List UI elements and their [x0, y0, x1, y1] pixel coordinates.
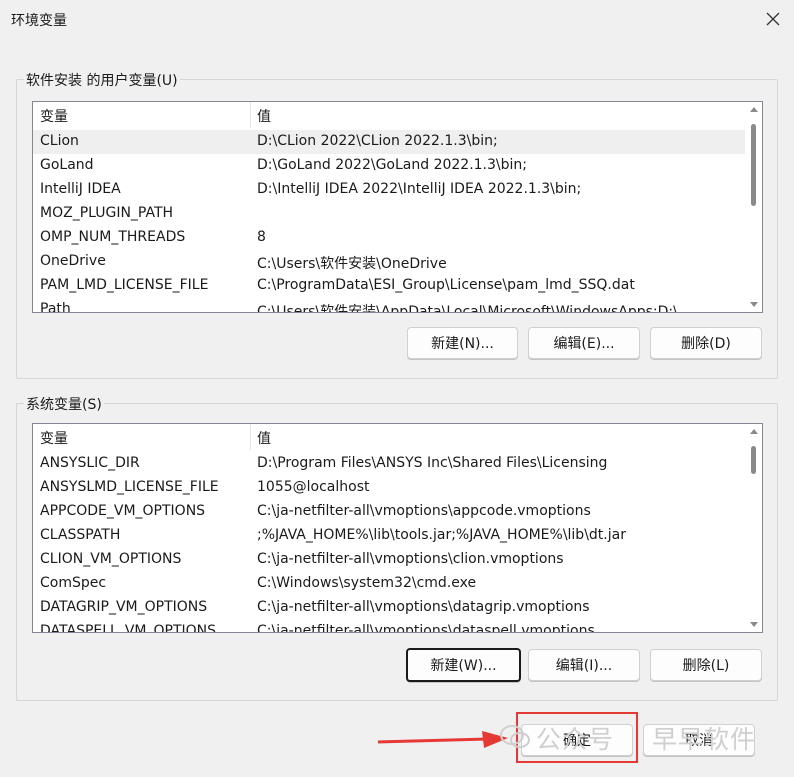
variable-name: IntelliJ IDEA — [40, 181, 121, 197]
scroll-down-icon[interactable] — [750, 622, 758, 627]
header-divider[interactable] — [250, 102, 251, 128]
variable-name: ComSpec — [40, 575, 107, 591]
title-bar: 环境变量 — [0, 0, 794, 38]
red-arrow-icon — [377, 731, 508, 748]
table-row[interactable]: ComSpec C:\Windows\system32\cmd.exe — [33, 572, 745, 596]
variable-name: CLASSPATH — [40, 527, 121, 543]
user-edit-button[interactable]: 编辑(E)... — [528, 327, 640, 359]
system-delete-button[interactable]: 删除(L) — [650, 649, 762, 681]
system-edit-button[interactable]: 编辑(I)... — [528, 649, 640, 681]
close-icon — [766, 12, 780, 26]
variable-value: C:\ja-netfilter-all\vmoptions\datagrip.v… — [257, 599, 590, 615]
close-button[interactable] — [756, 3, 790, 35]
table-row[interactable]: OMP_NUM_THREADS 8 — [33, 226, 745, 250]
user-variables-list[interactable]: 变量 值 CLion D:\CLion 2022\CLion 2022.1.3\b… — [32, 101, 763, 313]
system-list-scrollbar[interactable] — [746, 424, 762, 632]
variable-value: C:\Windows\system32\cmd.exe — [257, 575, 477, 591]
variable-name: Path — [40, 301, 71, 313]
table-row[interactable]: GoLand D:\GoLand 2022\GoLand 2022.1.3\bin… — [33, 154, 745, 178]
system-variables-label: 系统变量(S) — [24, 394, 104, 414]
variable-value: C:\Users\软件安装\AppData\Local\Microsoft\Wi… — [257, 304, 692, 313]
variable-value: D:\CLion 2022\CLion 2022.1.3\bin; — [257, 133, 498, 149]
variable-value: C:\ja-netfilter-all\vmoptions\dataspell.… — [257, 623, 595, 633]
table-row[interactable]: OneDrive C:\Users\软件安装\OneDrive — [33, 250, 745, 274]
user-variables-label: 软件安装 的用户变量(U) — [24, 70, 180, 90]
user-delete-button[interactable]: 删除(D) — [650, 327, 762, 359]
variable-name: MOZ_PLUGIN_PATH — [40, 205, 174, 221]
header-value[interactable]: 值 — [257, 428, 271, 448]
scroll-down-icon[interactable] — [750, 302, 758, 307]
table-row[interactable]: CLASSPATH ;%JAVA_HOME%\lib\tools.jar;%JAV… — [33, 524, 745, 548]
table-row[interactable]: Path C:\Users\软件安装\AppData\Local\Microsof… — [33, 298, 745, 313]
system-variables-list[interactable]: 变量 值 ANSYSLIC_DIR D:\Program Files\ANSYS … — [32, 423, 763, 633]
table-row[interactable]: APPCODE_VM_OPTIONS C:\ja-netfilter-all\vm… — [33, 500, 745, 524]
variable-value: D:\Program Files\ANSYS Inc\Shared Files\… — [257, 455, 608, 471]
wechat-icon — [500, 725, 530, 748]
variable-value: C:\ProgramData\ESI_Group\License\pam_lmd… — [257, 277, 635, 293]
watermark-right: 早早软件 — [652, 725, 757, 754]
variable-name: PAM_LMD_LICENSE_FILE — [40, 277, 209, 293]
user-new-button[interactable]: 新建(N)... — [407, 327, 518, 359]
scroll-up-icon[interactable] — [750, 107, 758, 112]
system-new-button[interactable]: 新建(W)... — [406, 648, 521, 682]
header-value[interactable]: 值 — [257, 106, 271, 126]
variable-name: GoLand — [40, 157, 94, 173]
variable-name: DATASPELL_VM_OPTIONS — [40, 623, 217, 633]
variable-name: OMP_NUM_THREADS — [40, 229, 186, 245]
table-row[interactable]: CLion D:\CLion 2022\CLion 2022.1.3\bin; — [33, 130, 745, 154]
variable-value: D:\GoLand 2022\GoLand 2022.1.3\bin; — [257, 157, 527, 173]
table-row[interactable]: ANSYSLMD_LICENSE_FILE 1055@localhost — [33, 476, 745, 500]
variable-value: 8 — [257, 229, 266, 245]
table-row[interactable]: DATAGRIP_VM_OPTIONS C:\ja-netfilter-all\v… — [33, 596, 745, 620]
variable-name: OneDrive — [40, 253, 106, 269]
variable-name: CLion — [40, 133, 79, 149]
scroll-thumb[interactable] — [751, 446, 756, 474]
list-header: 变量 值 — [33, 424, 762, 450]
variable-name: ANSYSLIC_DIR — [40, 455, 140, 471]
watermark-left: 公众号 — [536, 725, 615, 754]
table-row[interactable]: IntelliJ IDEA D:\IntelliJ IDEA 2022\Intel… — [33, 178, 745, 202]
variable-value: ;%JAVA_HOME%\lib\tools.jar;%JAVA_HOME%\l… — [257, 527, 626, 543]
header-variable[interactable]: 变量 — [40, 106, 68, 126]
scroll-thumb[interactable] — [751, 124, 756, 206]
header-variable[interactable]: 变量 — [40, 428, 68, 448]
table-row[interactable]: MOZ_PLUGIN_PATH — [33, 202, 745, 226]
table-row[interactable]: CLION_VM_OPTIONS C:\ja-netfilter-all\vmop… — [33, 548, 745, 572]
variable-value: D:\IntelliJ IDEA 2022\IntelliJ IDEA 2022… — [257, 181, 582, 197]
table-row[interactable]: ANSYSLIC_DIR D:\Program Files\ANSYS Inc\S… — [33, 452, 745, 476]
variable-name: DATAGRIP_VM_OPTIONS — [40, 599, 208, 615]
variable-value: C:\ja-netfilter-all\vmoptions\appcode.vm… — [257, 503, 591, 519]
variable-name: ANSYSLMD_LICENSE_FILE — [40, 479, 219, 495]
variable-value: C:\ja-netfilter-all\vmoptions\clion.vmop… — [257, 551, 564, 567]
header-divider[interactable] — [250, 424, 251, 450]
window-title: 环境变量 — [11, 13, 67, 29]
variable-name: APPCODE_VM_OPTIONS — [40, 503, 206, 519]
variable-value: 1055@localhost — [257, 479, 370, 495]
table-row[interactable]: DATASPELL_VM_OPTIONS C:\ja-netfilter-all\… — [33, 620, 745, 633]
table-row[interactable]: PAM_LMD_LICENSE_FILE C:\ProgramData\ESI_G… — [33, 274, 745, 298]
variable-value: C:\Users\软件安装\OneDrive — [257, 256, 447, 272]
user-list-scrollbar[interactable] — [746, 102, 762, 312]
scroll-up-icon[interactable] — [750, 429, 758, 434]
variable-name: CLION_VM_OPTIONS — [40, 551, 182, 567]
list-header: 变量 值 — [33, 102, 762, 128]
